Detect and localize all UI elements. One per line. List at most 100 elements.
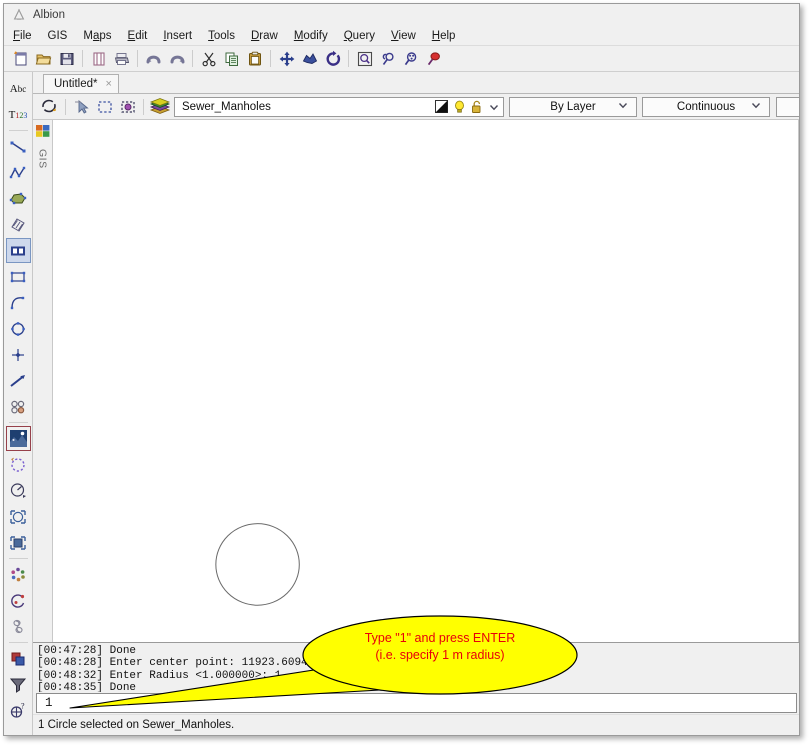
transform-tool[interactable] <box>6 530 31 555</box>
text-numeric-label: T123 <box>8 108 28 121</box>
tool-separator <box>8 130 28 131</box>
console-line: [00:47:28] Done <box>37 645 137 657</box>
menu-tools[interactable]: Tools <box>208 30 235 42</box>
filter-funnel-tool[interactable] <box>6 672 31 697</box>
app-root: Albion File GIS Maps Edit Insert Tools D… <box>0 0 811 745</box>
zoom-window-icon[interactable] <box>353 47 376 70</box>
node-edit-tool[interactable] <box>6 504 31 529</box>
identify-query-tool[interactable]: ? <box>6 698 31 723</box>
command-console[interactable]: [00:47:28] Done [00:48:28] Enter center … <box>33 642 799 692</box>
arc-tool[interactable] <box>6 290 31 315</box>
color-combo-value: By Layer <box>550 100 596 113</box>
lineweight-combo[interactable] <box>776 96 799 117</box>
marquee-select-tool[interactable] <box>6 452 31 477</box>
zoom-all-icon[interactable] <box>399 47 422 70</box>
drawn-circle <box>215 523 300 606</box>
layerbar-separator <box>65 98 66 115</box>
text-abc-tool[interactable]: Abc <box>6 76 31 101</box>
color-combo[interactable]: By Layer <box>509 96 637 117</box>
console-line: [00:48:35] Done <box>37 682 137 692</box>
menu-edit[interactable]: Edit <box>128 30 148 42</box>
title-bar: Albion <box>4 4 799 26</box>
menu-gis[interactable]: GIS <box>48 30 68 42</box>
hatch-tool[interactable] <box>6 212 31 237</box>
line-tool[interactable] <box>6 134 31 159</box>
save-disk-icon[interactable] <box>55 47 78 70</box>
gis-grid-icon[interactable] <box>35 123 51 144</box>
measure-tool[interactable] <box>6 478 31 503</box>
color-swatch-icon[interactable] <box>435 100 448 113</box>
unlock-icon[interactable] <box>471 100 483 114</box>
text-numeric-tool[interactable]: T123 <box>6 102 31 127</box>
active-layer-combo[interactable]: Sewer_Manholes <box>174 96 504 117</box>
menu-draw[interactable]: Draw <box>251 30 278 42</box>
print-icon[interactable] <box>110 47 133 70</box>
redraw-refresh-icon[interactable] <box>321 47 344 70</box>
arrow-tool[interactable] <box>6 368 31 393</box>
layers-stack-icon[interactable] <box>148 96 171 118</box>
buffer-tool[interactable] <box>6 614 31 639</box>
open-folder-icon[interactable] <box>32 47 55 70</box>
redo-icon[interactable] <box>165 47 188 70</box>
scatter-symbol-tool[interactable] <box>6 562 31 587</box>
select-arrow-icon[interactable] <box>70 96 93 118</box>
new-icon[interactable] <box>9 47 32 70</box>
menu-view[interactable]: View <box>391 30 416 42</box>
active-layer-name: Sewer_Manholes <box>182 100 271 113</box>
linetype-combo-value: Continuous <box>676 100 736 113</box>
tab-label: Untitled* <box>54 78 98 90</box>
raster-image-tool[interactable] <box>5 426 31 451</box>
selection-fill-icon[interactable] <box>116 96 139 118</box>
undo-icon[interactable] <box>142 47 165 70</box>
main-toolbar <box>4 45 799 72</box>
menu-bar: File GIS Maps Edit Insert Tools Draw Mod… <box>4 26 799 45</box>
lightbulb-visible-icon[interactable] <box>453 100 466 114</box>
body-area: Abc T123 ? Untitled* × Sewer_Manholes By… <box>4 72 799 735</box>
window-title: Albion <box>33 9 65 21</box>
chevron-down-icon[interactable] <box>617 98 629 116</box>
rotate-tool[interactable] <box>6 588 31 613</box>
toolbar-separator <box>348 50 349 67</box>
linetype-combo[interactable]: Continuous <box>642 96 770 117</box>
multipoint-tool[interactable] <box>6 394 31 419</box>
command-input[interactable]: 1 <box>36 693 797 713</box>
drawing-tools-toolbar: Abc T123 ? <box>4 72 33 735</box>
cut-scissors-icon[interactable] <box>197 47 220 70</box>
pan-move-icon[interactable] <box>275 47 298 70</box>
selection-box-icon[interactable] <box>93 96 116 118</box>
zoom-extents-icon[interactable] <box>298 47 321 70</box>
rectangle-tool[interactable] <box>6 264 31 289</box>
drawing-canvas[interactable] <box>53 120 799 642</box>
zoom-previous-icon[interactable] <box>376 47 399 70</box>
layer-manager-icon[interactable] <box>38 96 61 118</box>
polygon-fill-tool[interactable] <box>6 186 31 211</box>
rectangle-fill-tool[interactable] <box>5 238 31 263</box>
layerbar-separator <box>143 98 144 115</box>
tool-separator <box>8 422 28 423</box>
toolbar-separator <box>192 50 193 67</box>
close-icon[interactable]: × <box>105 78 111 90</box>
circle-tool[interactable] <box>6 316 31 341</box>
point-tool[interactable] <box>6 342 31 367</box>
paste-clipboard-icon[interactable] <box>243 47 266 70</box>
svg-text:?: ? <box>21 701 25 710</box>
zoom-selected-icon[interactable] <box>422 47 445 70</box>
polyline-tool[interactable] <box>6 160 31 185</box>
menu-insert[interactable]: Insert <box>163 30 192 42</box>
chevron-down-icon[interactable] <box>488 101 500 113</box>
gis-side-panel[interactable]: GIS <box>33 120 53 642</box>
overlay-layers-tool[interactable] <box>6 646 31 671</box>
menu-modify[interactable]: Modify <box>294 30 328 42</box>
menu-query[interactable]: Query <box>344 30 375 42</box>
menu-maps[interactable]: Maps <box>83 30 111 42</box>
tool-separator <box>8 558 28 559</box>
menu-file[interactable]: File <box>13 30 32 42</box>
toolbar-separator <box>137 50 138 67</box>
application-window: Albion File GIS Maps Edit Insert Tools D… <box>3 3 800 736</box>
chevron-down-icon[interactable] <box>750 98 762 116</box>
tab-untitled[interactable]: Untitled* × <box>43 74 119 93</box>
menu-help[interactable]: Help <box>432 30 456 42</box>
copy-icon[interactable] <box>220 47 243 70</box>
bell-icon <box>12 8 26 22</box>
page-setup-icon[interactable] <box>87 47 110 70</box>
